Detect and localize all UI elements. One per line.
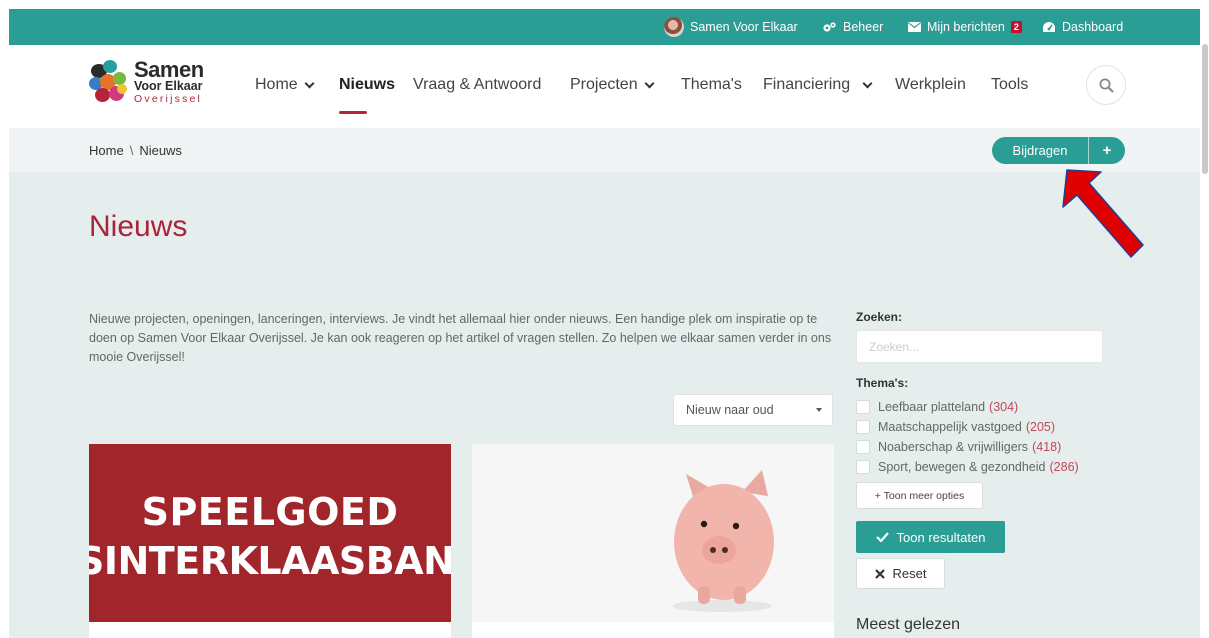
nav-item-label: Thema's (681, 76, 742, 93)
nav-item-label: Vraag & Antwoord (413, 76, 542, 93)
search-icon (1099, 78, 1113, 92)
theme-count: (418) (1032, 440, 1062, 454)
frame-left (0, 0, 9, 638)
news-card-body (89, 622, 451, 638)
intro-text: Nieuwe projecten, openingen, lanceringen… (89, 312, 832, 364)
bijdragen-label: Bijdragen (1012, 143, 1068, 158)
active-nav-underline (339, 111, 367, 114)
avatar (664, 17, 684, 37)
breadcrumb-bar: Home \ Nieuws Bijdragen + (9, 128, 1200, 172)
card-image-text: SPEELGOED (141, 490, 399, 534)
dashboard-label: Dashboard (1062, 20, 1124, 34)
breadcrumb-separator: \ (129, 143, 134, 158)
plus-icon: + (1102, 142, 1112, 159)
theme-filter[interactable]: Maatschappelijk vastgoed (205) (856, 420, 1055, 434)
theme-filter[interactable]: Noaberschap & vrijwilligers (418) (856, 440, 1061, 454)
nav-item-tools[interactable]: Tools (991, 76, 1028, 94)
nav-item-label: Financiering (763, 76, 851, 93)
main-navigation: Samen Voor Elkaar Overijssel Home Nieuws… (9, 45, 1200, 128)
nav-item-label: Projecten (570, 76, 638, 93)
logo-text-overijssel: Overijssel (134, 93, 203, 105)
nav-item-label: Nieuws (339, 76, 396, 93)
dashboard-link[interactable]: Dashboard (1042, 9, 1123, 45)
page: Samen Voor Elkaar Beheer Mijn berichten … (0, 0, 1209, 638)
main-content: Nieuws Nieuwe projecten, openingen, lanc… (9, 172, 1200, 638)
nav-item-nieuws[interactable]: Nieuws (339, 76, 395, 94)
news-card-body (472, 622, 834, 638)
theme-count: (205) (1025, 420, 1056, 434)
nav-item-label: Werkplein (895, 76, 966, 93)
messages-label: Mijn berichten (927, 20, 1005, 34)
show-results-button[interactable]: Toon resultaten (856, 521, 1005, 553)
nav-item-home[interactable]: Home (255, 76, 315, 94)
theme-count: (304) (989, 400, 1019, 414)
chevron-down-icon (862, 78, 873, 88)
beheer-link[interactable]: Beheer (822, 9, 883, 45)
red-arrow-annotation-icon (1062, 169, 1144, 258)
nav-item-themas[interactable]: Thema's (681, 76, 742, 94)
piggy-bank-image (472, 444, 834, 622)
nav-item-label: Home (255, 76, 298, 93)
theme-filter[interactable]: Sport, bewegen & gezondheid (286) (856, 460, 1079, 474)
news-card-image: SPEELGOED SINTERKLAASBANK (89, 444, 451, 622)
close-icon (874, 568, 885, 579)
top-bar: Samen Voor Elkaar Beheer Mijn berichten … (9, 9, 1200, 45)
theme-label: Noaberschap & vrijwilligers (878, 440, 1029, 454)
breadcrumb-current: Nieuws (139, 143, 182, 158)
show-results-label: Toon resultaten (896, 529, 986, 545)
theme-count: (286) (1049, 460, 1079, 474)
messages-count-badge: 2 (1010, 21, 1022, 33)
checkbox[interactable] (856, 460, 870, 474)
chevron-down-icon (304, 78, 315, 88)
caret-down-icon (816, 408, 822, 412)
dashboard-icon (1043, 22, 1055, 32)
bijdragen-button[interactable]: Bijdragen + (992, 137, 1125, 164)
nav-item-label: Tools (991, 76, 1029, 93)
sort-selected-value: Nieuw naar oud (686, 403, 774, 417)
cogs-icon (823, 22, 836, 32)
logo-text-voor-elkaar: Voor Elkaar (134, 79, 203, 93)
theme-label: Sport, bewegen & gezondheid (878, 460, 1046, 474)
scrollbar-thumb[interactable] (1202, 44, 1208, 174)
search-button[interactable] (1086, 65, 1126, 105)
messages-link[interactable]: Mijn berichten 2 (908, 9, 1022, 45)
breadcrumb: Home \ Nieuws (89, 143, 182, 158)
check-icon (875, 532, 889, 542)
page-title: Nieuws (89, 210, 188, 243)
nav-item-financiering[interactable]: Financiering (763, 76, 873, 94)
news-card[interactable]: SPEELGOED SINTERKLAASBANK (89, 444, 451, 638)
themes-label: Thema's: (856, 376, 909, 390)
checkbox[interactable] (856, 420, 870, 434)
nav-item-vraag-antwoord[interactable]: Vraag & Antwoord (413, 76, 541, 94)
checkbox[interactable] (856, 400, 870, 414)
reset-label: Reset (892, 566, 927, 581)
sort-select[interactable]: Nieuw naar oud (673, 394, 833, 426)
nav-item-projecten[interactable]: Projecten (570, 76, 655, 94)
user-name: Samen Voor Elkaar (690, 20, 798, 34)
beheer-label: Beheer (843, 20, 884, 34)
envelope-icon (908, 22, 921, 32)
news-card[interactable] (472, 444, 834, 638)
chevron-down-icon (644, 78, 655, 88)
breadcrumb-home[interactable]: Home (89, 143, 124, 158)
more-options-button[interactable]: + Toon meer opties (856, 482, 983, 509)
reset-button[interactable]: Reset (856, 558, 945, 589)
theme-label: Leefbaar platteland (878, 400, 986, 414)
site-logo[interactable]: Samen Voor Elkaar Overijssel (89, 58, 229, 108)
most-read-heading: Meest gelezen (856, 616, 961, 633)
sidebar-search-input[interactable]: Zoeken... (856, 330, 1103, 363)
nav-item-werkplein[interactable]: Werkplein (895, 76, 966, 94)
card-image-text: SINTERKLAASBANK (89, 539, 451, 583)
theme-filter[interactable]: Leefbaar platteland (304) (856, 400, 1018, 414)
theme-label: Maatschappelijk vastgoed (878, 420, 1022, 434)
user-menu[interactable]: Samen Voor Elkaar (664, 9, 798, 45)
search-label: Zoeken: (856, 310, 903, 324)
checkbox[interactable] (856, 440, 870, 454)
logo-mark-icon (89, 60, 129, 104)
